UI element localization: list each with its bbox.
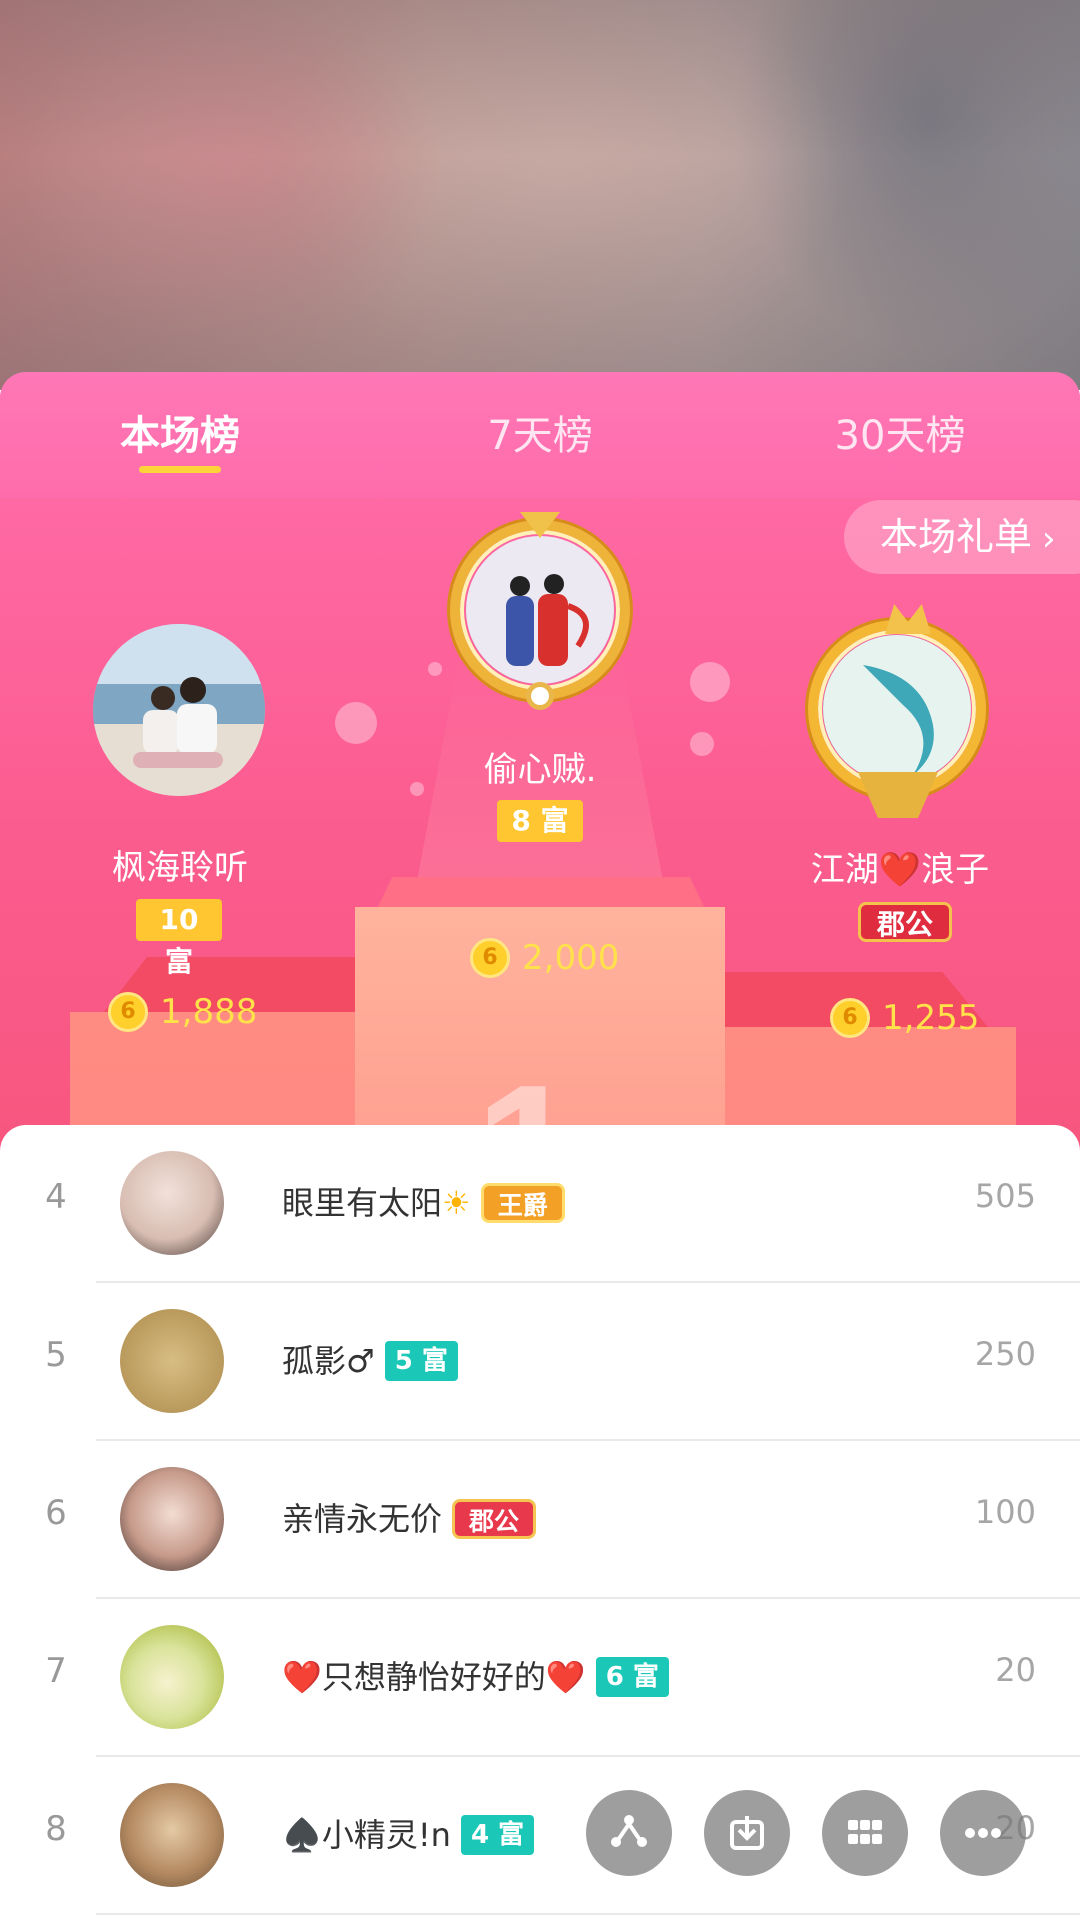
tab-30-days[interactable]: 30天榜 — [790, 406, 1010, 466]
sun-icon: ☀ — [442, 1184, 471, 1222]
list-item[interactable]: 6 亲情永无价 郡公 100 — [0, 1441, 1080, 1599]
grid-menu-button[interactable] — [822, 1790, 908, 1876]
download-button[interactable] — [704, 1790, 790, 1876]
list-item-name-group: 孤影♂ 5 富 — [282, 1333, 458, 1389]
sparkle — [690, 732, 714, 756]
coin-icon: 6 — [108, 992, 148, 1032]
rank-number: 8 — [45, 1809, 67, 1849]
grid-icon — [848, 1820, 882, 1844]
sparkle — [335, 702, 377, 744]
rich-level-badge: 5 富 — [384, 1341, 458, 1381]
royal-title-badge: 王爵 — [480, 1183, 565, 1223]
list-item[interactable]: 5 孤影♂ 5 富 250 — [0, 1283, 1080, 1441]
gift-list-button[interactable]: 本场礼单 › — [844, 500, 1080, 574]
list-item[interactable]: 4 眼里有太阳 ☀ 王爵 505 — [0, 1125, 1080, 1283]
list-item-name-group: 眼里有太阳 ☀ 王爵 — [282, 1175, 565, 1231]
divider — [96, 1913, 1080, 1915]
more-options-button[interactable] — [940, 1790, 1026, 1876]
rank-number: 5 — [45, 1335, 67, 1375]
coin-amount: 2,000 — [522, 938, 620, 978]
list-item-name-group: ❤️只想静怡好好的❤️ 6 富 — [282, 1649, 669, 1705]
user-name: 孤影♂ — [282, 1342, 375, 1380]
chevron-right-icon: › — [1042, 519, 1056, 559]
user-name: ❤️只想静怡好好的❤️ — [282, 1658, 586, 1696]
tab-this-session[interactable]: 本场榜 — [70, 406, 290, 466]
active-tab-indicator — [139, 466, 221, 473]
list-item-name-group: ♠️小精灵!n 4 富 — [282, 1807, 535, 1863]
tab-7-days[interactable]: 7天榜 — [430, 406, 650, 466]
share-icon — [611, 1815, 647, 1847]
wings-emblem-icon — [858, 772, 938, 818]
avatar[interactable] — [120, 1151, 224, 1255]
first-place-coins: 6 2,000 — [470, 936, 619, 980]
share-button[interactable] — [586, 1790, 672, 1876]
avatar[interactable] — [120, 1309, 224, 1413]
gift-list-label: 本场礼单 — [880, 515, 1033, 559]
sparkle — [428, 662, 442, 676]
coin-icon: 6 — [470, 938, 510, 978]
frame-jewel-icon — [526, 682, 554, 710]
avatar-first[interactable] — [466, 536, 614, 684]
user-name: ♠️小精灵!n — [282, 1816, 451, 1854]
download-icon — [730, 1816, 764, 1850]
user-name: 亲情永无价 — [282, 1500, 443, 1538]
crown-icon — [885, 604, 931, 634]
score: 250 — [974, 1335, 1036, 1373]
couple-beach-photo-icon — [93, 624, 265, 796]
rank-number: 4 — [45, 1177, 67, 1217]
user-name: 眼里有太阳 — [282, 1184, 443, 1222]
avatar[interactable] — [120, 1783, 224, 1887]
score: 20 — [995, 1651, 1036, 1689]
third-place-name: 江湖❤️浪子 — [810, 850, 990, 890]
rich-level-badge: 4 富 — [460, 1815, 535, 1855]
coin-amount: 1,888 — [160, 992, 258, 1032]
avatar-third[interactable] — [823, 635, 971, 783]
sparkle — [690, 662, 730, 702]
avatar[interactable] — [120, 1625, 224, 1729]
second-place-name: 枫海聆听 — [112, 848, 248, 888]
duke-title-badge: 郡公 — [452, 1499, 537, 1539]
dragon-illustration-icon — [823, 635, 971, 783]
avatar[interactable] — [120, 1467, 224, 1571]
rank-number: 6 — [45, 1493, 67, 1533]
avatar-second[interactable] — [93, 624, 265, 796]
second-place-coins: 6 1,888 — [108, 990, 257, 1034]
duke-title-badge: 郡公 — [858, 902, 953, 942]
more-icon — [965, 1828, 1001, 1838]
list-item[interactable]: 7 ❤️只想静怡好好的❤️ 6 富 20 — [0, 1599, 1080, 1757]
rank-number: 7 — [45, 1651, 67, 1691]
score: 100 — [974, 1493, 1036, 1531]
score: 505 — [974, 1177, 1036, 1215]
couple-illustration-icon — [466, 536, 614, 684]
ranking-list: 4 眼里有太阳 ☀ 王爵 505 5 孤影♂ 5 富 250 6 亲情永无价 郡… — [0, 1125, 1080, 1920]
third-place-coins: 6 1,255 — [830, 996, 979, 1040]
live-stream-background — [0, 0, 1080, 390]
rich-level-badge: 8 富 — [497, 800, 583, 842]
coin-icon: 6 — [830, 998, 870, 1038]
first-place-name: 偷心贼. — [483, 750, 597, 790]
tab-bar: 本场榜 7天榜 30天榜 — [0, 372, 1080, 498]
rich-level-badge: 6 富 — [595, 1657, 669, 1697]
list-item[interactable]: 8 ♠️小精灵!n 4 富 20 — [0, 1757, 1080, 1915]
coin-amount: 1,255 — [882, 998, 980, 1038]
list-item-name-group: 亲情永无价 郡公 — [282, 1491, 537, 1547]
rich-level-badge: 10 富 — [136, 899, 222, 978]
